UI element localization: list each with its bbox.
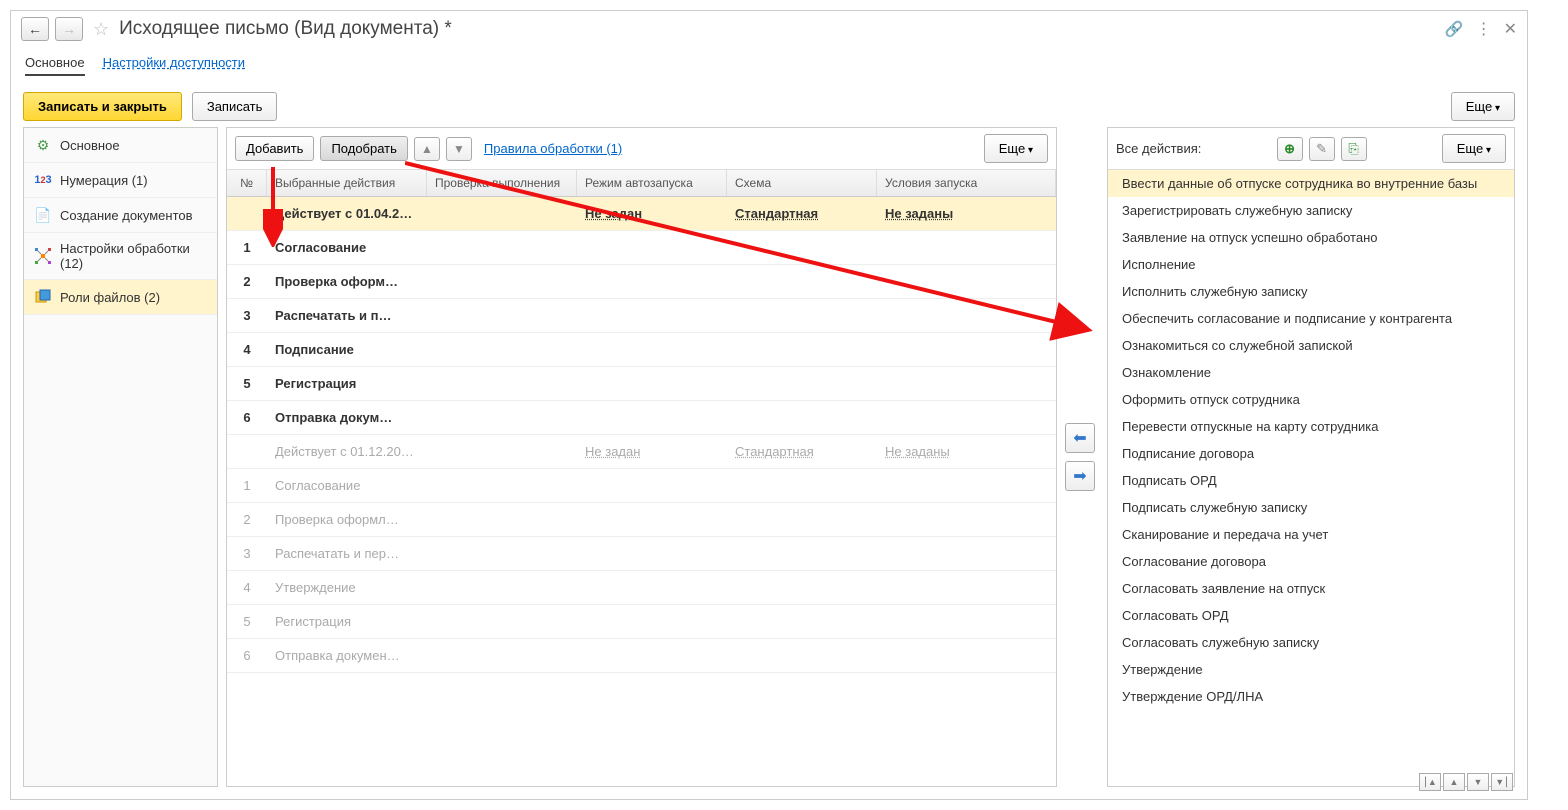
action-list-item[interactable]: Согласование договора xyxy=(1108,548,1514,575)
all-actions-label: Все действия: xyxy=(1116,141,1201,156)
table-row[interactable]: 2Проверка оформл… xyxy=(227,503,1056,537)
edit-action-button[interactable]: ✎ xyxy=(1309,137,1335,161)
more-button-right[interactable]: Еще xyxy=(1442,134,1506,163)
table-row[interactable]: 4Подписание xyxy=(227,333,1056,367)
action-list-item[interactable]: Ввести данные об отпуске сотрудника во в… xyxy=(1108,170,1514,197)
save-close-button[interactable]: Записать и закрыть xyxy=(23,92,182,121)
action-list-item[interactable]: Перевести отпускные на карту сотрудника xyxy=(1108,413,1514,440)
sidebar-item-label: Роли файлов (2) xyxy=(60,290,160,305)
copy-action-button[interactable]: ⎘ xyxy=(1341,137,1367,161)
group-row-active[interactable]: Действует с 01.04.2… Не задан Стандартна… xyxy=(227,197,1056,231)
sidebar: ⚙ Основное 123 Нумерация (1) 📄 Создание … xyxy=(23,127,218,787)
sidebar-item-label: Создание документов xyxy=(60,208,193,223)
action-list-item[interactable]: Утверждение ОРД/ЛНА xyxy=(1108,683,1514,710)
action-list-item[interactable]: Утверждение xyxy=(1108,656,1514,683)
close-icon[interactable]: ✕ xyxy=(1504,19,1517,39)
sidebar-item-file-roles[interactable]: Роли файлов (2) xyxy=(24,280,217,315)
move-down-button[interactable]: ▼ xyxy=(446,137,472,161)
action-list-item[interactable]: Зарегистрировать служебную записку xyxy=(1108,197,1514,224)
sidebar-item-label: Настройки обработки (12) xyxy=(60,241,207,271)
sidebar-item-processing[interactable]: Настройки обработки (12) xyxy=(24,233,217,280)
table-row[interactable]: 6Отправка докумен… xyxy=(227,639,1056,673)
move-right-button[interactable]: ➡ xyxy=(1065,461,1095,491)
group-conditions[interactable]: Не заданы xyxy=(877,202,1056,225)
col-mode: Режим автозапуска xyxy=(577,170,727,196)
save-button[interactable]: Записать xyxy=(192,92,278,121)
action-list-item[interactable]: Согласовать ОРД xyxy=(1108,602,1514,629)
tab-main[interactable]: Основное xyxy=(25,51,85,76)
link-icon[interactable]: 🔗 xyxy=(1445,20,1464,38)
action-list-item[interactable]: Исполнение xyxy=(1108,251,1514,278)
sidebar-item-label: Основное xyxy=(60,138,120,153)
table-row[interactable]: 1Согласование xyxy=(227,469,1056,503)
action-list-item[interactable]: Согласовать служебную записку xyxy=(1108,629,1514,656)
move-up-button[interactable]: ▲ xyxy=(414,137,440,161)
table-row[interactable]: 4Утверждение xyxy=(227,571,1056,605)
group-conditions: Не заданы xyxy=(877,440,1056,463)
nav-forward-button[interactable]: → xyxy=(55,17,83,41)
group-mode[interactable]: Не задан xyxy=(577,202,727,225)
more-button-left[interactable]: Еще xyxy=(984,134,1048,163)
action-list-item[interactable]: Подписать ОРД xyxy=(1108,467,1514,494)
col-conditions: Условия запуска xyxy=(877,170,1056,196)
action-list-item[interactable]: Подписать служебную записку xyxy=(1108,494,1514,521)
nav-back-button[interactable]: ← xyxy=(21,17,49,41)
group-mode: Не задан xyxy=(577,440,727,463)
sidebar-item-main[interactable]: ⚙ Основное xyxy=(24,128,217,163)
sidebar-item-label: Нумерация (1) xyxy=(60,173,148,188)
page-title: Исходящее письмо (Вид документа) * xyxy=(119,18,452,40)
group-row-inactive[interactable]: Действует с 01.12.20… Не задан Стандартн… xyxy=(227,435,1056,469)
table-row[interactable]: 1Согласование xyxy=(227,231,1056,265)
table-row[interactable]: 5Регистрация xyxy=(227,367,1056,401)
col-check: Проверка выполнения xyxy=(427,170,577,196)
action-list-item[interactable]: Согласовать заявление на отпуск xyxy=(1108,575,1514,602)
group-label: Действует с 01.12.20… xyxy=(267,440,427,463)
add-button[interactable]: Добавить xyxy=(235,136,314,161)
action-list-item[interactable]: Исполнить служебную записку xyxy=(1108,278,1514,305)
more-button-top[interactable]: Еще xyxy=(1451,92,1515,121)
action-list-item[interactable]: Сканирование и передача на учет xyxy=(1108,521,1514,548)
action-list-item[interactable]: Обеспечить согласование и подписание у к… xyxy=(1108,305,1514,332)
favorite-star-icon[interactable]: ☆ xyxy=(93,19,109,40)
files-icon xyxy=(34,288,52,306)
col-number: № xyxy=(227,170,267,196)
move-left-button[interactable]: ⬅ xyxy=(1065,423,1095,453)
pick-button[interactable]: Подобрать xyxy=(320,136,407,161)
tab-access-settings[interactable]: Настройки доступности xyxy=(103,51,245,76)
table-row[interactable]: 3Распечатать и п… xyxy=(227,299,1056,333)
col-scheme: Схема xyxy=(727,170,877,196)
group-scheme[interactable]: Стандартная xyxy=(727,202,877,225)
scroll-up-button[interactable]: ▲ xyxy=(1443,773,1465,791)
scroll-bottom-button[interactable]: ▼⎮ xyxy=(1491,773,1513,791)
action-list-item[interactable]: Оформить отпуск сотрудника xyxy=(1108,386,1514,413)
action-list-item[interactable]: Ознакомление xyxy=(1108,359,1514,386)
numbering-icon: 123 xyxy=(34,171,52,189)
processing-rules-link[interactable]: Правила обработки (1) xyxy=(484,141,622,156)
sidebar-item-numbering[interactable]: 123 Нумерация (1) xyxy=(24,163,217,198)
more-options-icon[interactable]: ⋮ xyxy=(1476,19,1492,39)
group-label: Действует с 01.04.2… xyxy=(267,202,427,225)
table-row[interactable]: 2Проверка оформ… xyxy=(227,265,1056,299)
action-list-item[interactable]: Ознакомиться со служебной запиской xyxy=(1108,332,1514,359)
action-list-item[interactable]: Заявление на отпуск успешно обработано xyxy=(1108,224,1514,251)
sidebar-item-doc-creation[interactable]: 📄 Создание документов xyxy=(24,198,217,233)
scroll-top-button[interactable]: ⎮▲ xyxy=(1419,773,1441,791)
gear-icon: ⚙ xyxy=(34,136,52,154)
action-list-item[interactable]: Подписание договора xyxy=(1108,440,1514,467)
add-action-button[interactable]: ⊕ xyxy=(1277,137,1303,161)
table-row[interactable]: 6Отправка докум… xyxy=(227,401,1056,435)
document-icon: 📄 xyxy=(34,206,52,224)
processing-icon xyxy=(34,247,52,265)
group-scheme: Стандартная xyxy=(727,440,877,463)
table-row[interactable]: 3Распечатать и пер… xyxy=(227,537,1056,571)
col-actions: Выбранные действия xyxy=(267,170,427,196)
scroll-down-button[interactable]: ▼ xyxy=(1467,773,1489,791)
table-row[interactable]: 5Регистрация xyxy=(227,605,1056,639)
